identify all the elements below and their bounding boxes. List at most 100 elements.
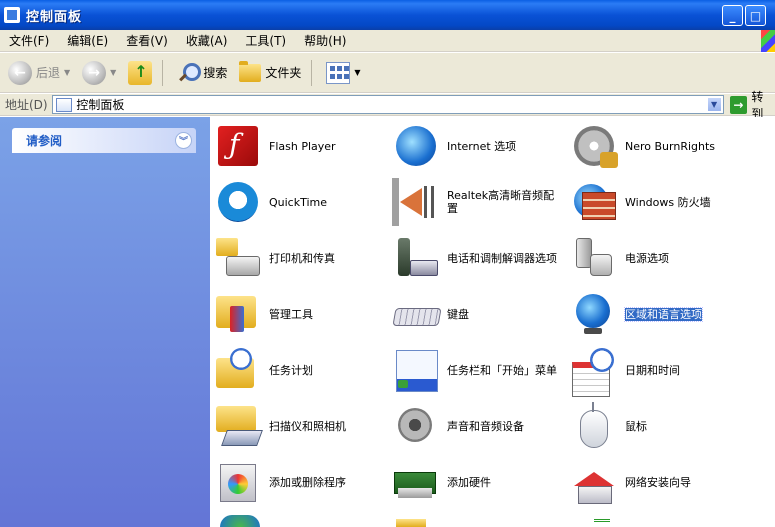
control-panel-icon [4, 7, 20, 23]
phone-modem-icon [392, 234, 440, 282]
toolbar-separator [311, 59, 313, 86]
item-add-remove-programs[interactable]: 添加或删除程序 [214, 457, 392, 507]
item-label: Flash Player [269, 139, 336, 153]
item-regional-language[interactable]: 区域和语言选项 [570, 289, 748, 339]
address-dropdown-icon[interactable]: ▼ [706, 97, 722, 112]
window-title: 控制面板 [26, 9, 83, 25]
control-panel-small-icon [56, 97, 73, 112]
forward-arrow-icon: → [82, 60, 107, 85]
item-label: 电话和调制解调器选项 [447, 251, 557, 265]
up-folder-icon [128, 60, 153, 85]
back-dropdown-icon[interactable]: ▼ [64, 68, 70, 77]
item-flash-player[interactable]: Flash Player [214, 121, 392, 171]
menu-edit[interactable]: 编辑(E) [58, 32, 117, 49]
search-label: 搜索 [203, 66, 228, 80]
address-label: 地址(D) [5, 98, 48, 112]
toolbar-separator [162, 59, 164, 86]
chevron-down-icon[interactable]: ︾ [175, 132, 192, 149]
item-quicktime[interactable]: QuickTime [214, 177, 392, 227]
scanner-camera-icon [214, 402, 262, 450]
add-hardware-icon [392, 458, 440, 506]
back-arrow-icon: ← [8, 60, 32, 85]
nero-burnrights-icon [574, 126, 618, 168]
maximize-button[interactable]: □ [745, 5, 766, 26]
forward-button[interactable]: → ▼ [78, 58, 120, 88]
menu-bar: 文件(F) 编辑(E) 查看(V) 收藏(A) 工具(T) 帮助(H) [0, 30, 775, 52]
title-bar: 控制面板 _ □ [0, 0, 775, 30]
menu-file[interactable]: 文件(F) [0, 32, 58, 49]
back-button[interactable]: ← 后退 ▼ [4, 58, 74, 88]
item-keyboard[interactable]: 键盘 [392, 289, 570, 339]
item-label: 鼠标 [625, 419, 647, 433]
add-remove-programs-icon [214, 458, 262, 506]
windows-logo-icon [761, 30, 775, 52]
views-button[interactable]: ▼ [322, 58, 364, 88]
taskbar-icon [392, 346, 440, 394]
menu-favorites[interactable]: 收藏(A) [177, 32, 237, 49]
views-dropdown-icon[interactable]: ▼ [354, 68, 360, 77]
item-label: Nero BurnRights [625, 139, 716, 153]
flash-icon [218, 126, 258, 166]
item-printers-faxes[interactable]: 打印机和传真 [214, 233, 392, 283]
quicktime-icon [218, 182, 258, 222]
partial-item-icon[interactable] [594, 519, 610, 527]
item-scheduled-tasks[interactable]: 任务计划 [214, 345, 392, 395]
item-label: 添加硬件 [447, 475, 491, 489]
item-network-setup-wizard[interactable]: 网络安装向导 [570, 457, 748, 507]
item-label: 管理工具 [269, 307, 313, 321]
menu-help[interactable]: 帮助(H) [295, 32, 355, 49]
item-label-selected: 区域和语言选项 [624, 306, 703, 322]
item-label: 扫描仪和照相机 [269, 419, 346, 433]
mouse-icon [570, 402, 618, 450]
address-value: 控制面板 [76, 98, 125, 112]
item-add-hardware[interactable]: 添加硬件 [392, 457, 570, 507]
item-mouse[interactable]: 鼠标 [570, 401, 748, 451]
firewall-icon [570, 178, 618, 226]
menu-tools[interactable]: 工具(T) [236, 32, 295, 49]
see-also-panel-header[interactable]: 请参阅 ︾ [12, 128, 196, 153]
internet-options-icon [396, 126, 436, 166]
partial-item-icon[interactable] [396, 519, 426, 527]
power-icon [570, 234, 618, 282]
item-label: 任务栏和「开始」菜单 [447, 363, 557, 377]
back-label: 后退 [36, 66, 61, 80]
item-power-options[interactable]: 电源选项 [570, 233, 748, 283]
admin-tools-icon [214, 290, 262, 338]
item-nero-burnrights[interactable]: Nero BurnRights [570, 121, 748, 171]
item-label: Realtek高清晰音频配置 [447, 189, 555, 215]
printer-icon [214, 234, 262, 282]
realtek-audio-icon [392, 178, 440, 226]
folder-icon [239, 60, 262, 82]
item-scanners-cameras[interactable]: 扫描仪和照相机 [214, 401, 392, 451]
item-date-time[interactable]: 日期和时间 [570, 345, 748, 397]
menu-view[interactable]: 查看(V) [117, 32, 177, 49]
item-realtek-audio[interactable]: Realtek高清晰音频配置 [392, 177, 570, 227]
item-sounds-audio[interactable]: 声音和音频设备 [392, 401, 570, 451]
folders-button[interactable]: 文件夹 [235, 58, 305, 88]
item-windows-firewall[interactable]: Windows 防火墙 [570, 177, 748, 227]
forward-dropdown-icon[interactable]: ▼ [110, 68, 116, 77]
search-button[interactable]: 搜索 [173, 58, 231, 88]
scheduled-tasks-icon [214, 346, 262, 394]
search-icon [177, 62, 202, 84]
control-panel-items: Flash Player Internet 选项 Nero BurnRights… [210, 117, 775, 527]
item-admin-tools[interactable]: 管理工具 [214, 289, 392, 339]
globe-icon [570, 290, 618, 338]
item-phone-modem[interactable]: 电话和调制解调器选项 [392, 233, 570, 283]
item-taskbar-start-menu[interactable]: 任务栏和「开始」菜单 [392, 345, 570, 395]
item-internet-options[interactable]: Internet 选项 [392, 121, 570, 171]
item-label: 日期和时间 [625, 363, 680, 377]
partial-item-icon[interactable] [220, 515, 260, 527]
address-bar: 地址(D) 控制面板 ▼ → 转到 [0, 90, 775, 121]
address-input[interactable]: 控制面板 ▼ [52, 95, 724, 114]
views-icon [326, 61, 351, 84]
minimize-button[interactable]: _ [722, 5, 743, 26]
folders-label: 文件夹 [265, 66, 302, 80]
item-label: 添加或删除程序 [269, 475, 346, 489]
task-pane: 请参阅 ︾ [0, 117, 210, 527]
item-label: QuickTime [269, 195, 328, 209]
item-label: 任务计划 [269, 363, 313, 377]
up-folder-button[interactable] [124, 58, 156, 88]
keyboard-icon [392, 290, 440, 338]
item-label: 打印机和传真 [269, 251, 335, 265]
